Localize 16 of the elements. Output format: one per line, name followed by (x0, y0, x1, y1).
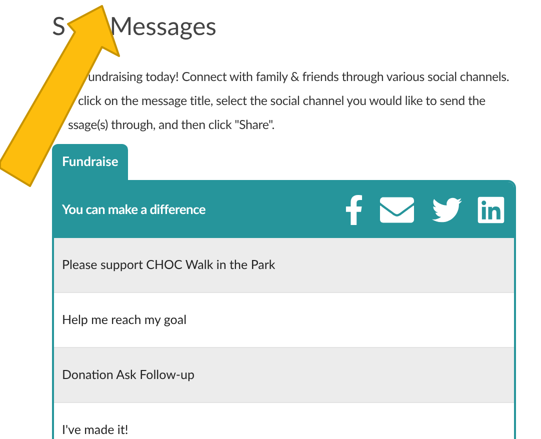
intro-text: click on the message title, select the social channel you would like to send the (78, 93, 486, 108)
intro-text: undraising today! Connect with family & friends through various social channels. (88, 69, 510, 84)
panel-heading: You can make a difference (62, 200, 206, 220)
message-title[interactable]: Please support CHOC Walk in the Park (62, 256, 276, 274)
intro-text: ssage(s) through, and then click "Share". (68, 117, 274, 132)
page-title: S (52, 14, 66, 38)
bird-icon[interactable] (430, 195, 464, 225)
message-title[interactable]: I've made it! (62, 420, 128, 439)
letter-f-icon[interactable] (344, 195, 364, 225)
message-title[interactable]: Help me reach my goal (62, 310, 187, 330)
in-logo-icon[interactable] (476, 195, 506, 225)
page-title: Messages (110, 14, 217, 38)
message-row[interactable]: Please support CHOC Walk in the Park (54, 238, 514, 293)
tab[interactable]: Fundraise (52, 144, 128, 180)
message-row[interactable]: Donation Ask Follow-up (54, 348, 514, 403)
message-title[interactable]: Donation Ask Follow-up (62, 366, 195, 384)
